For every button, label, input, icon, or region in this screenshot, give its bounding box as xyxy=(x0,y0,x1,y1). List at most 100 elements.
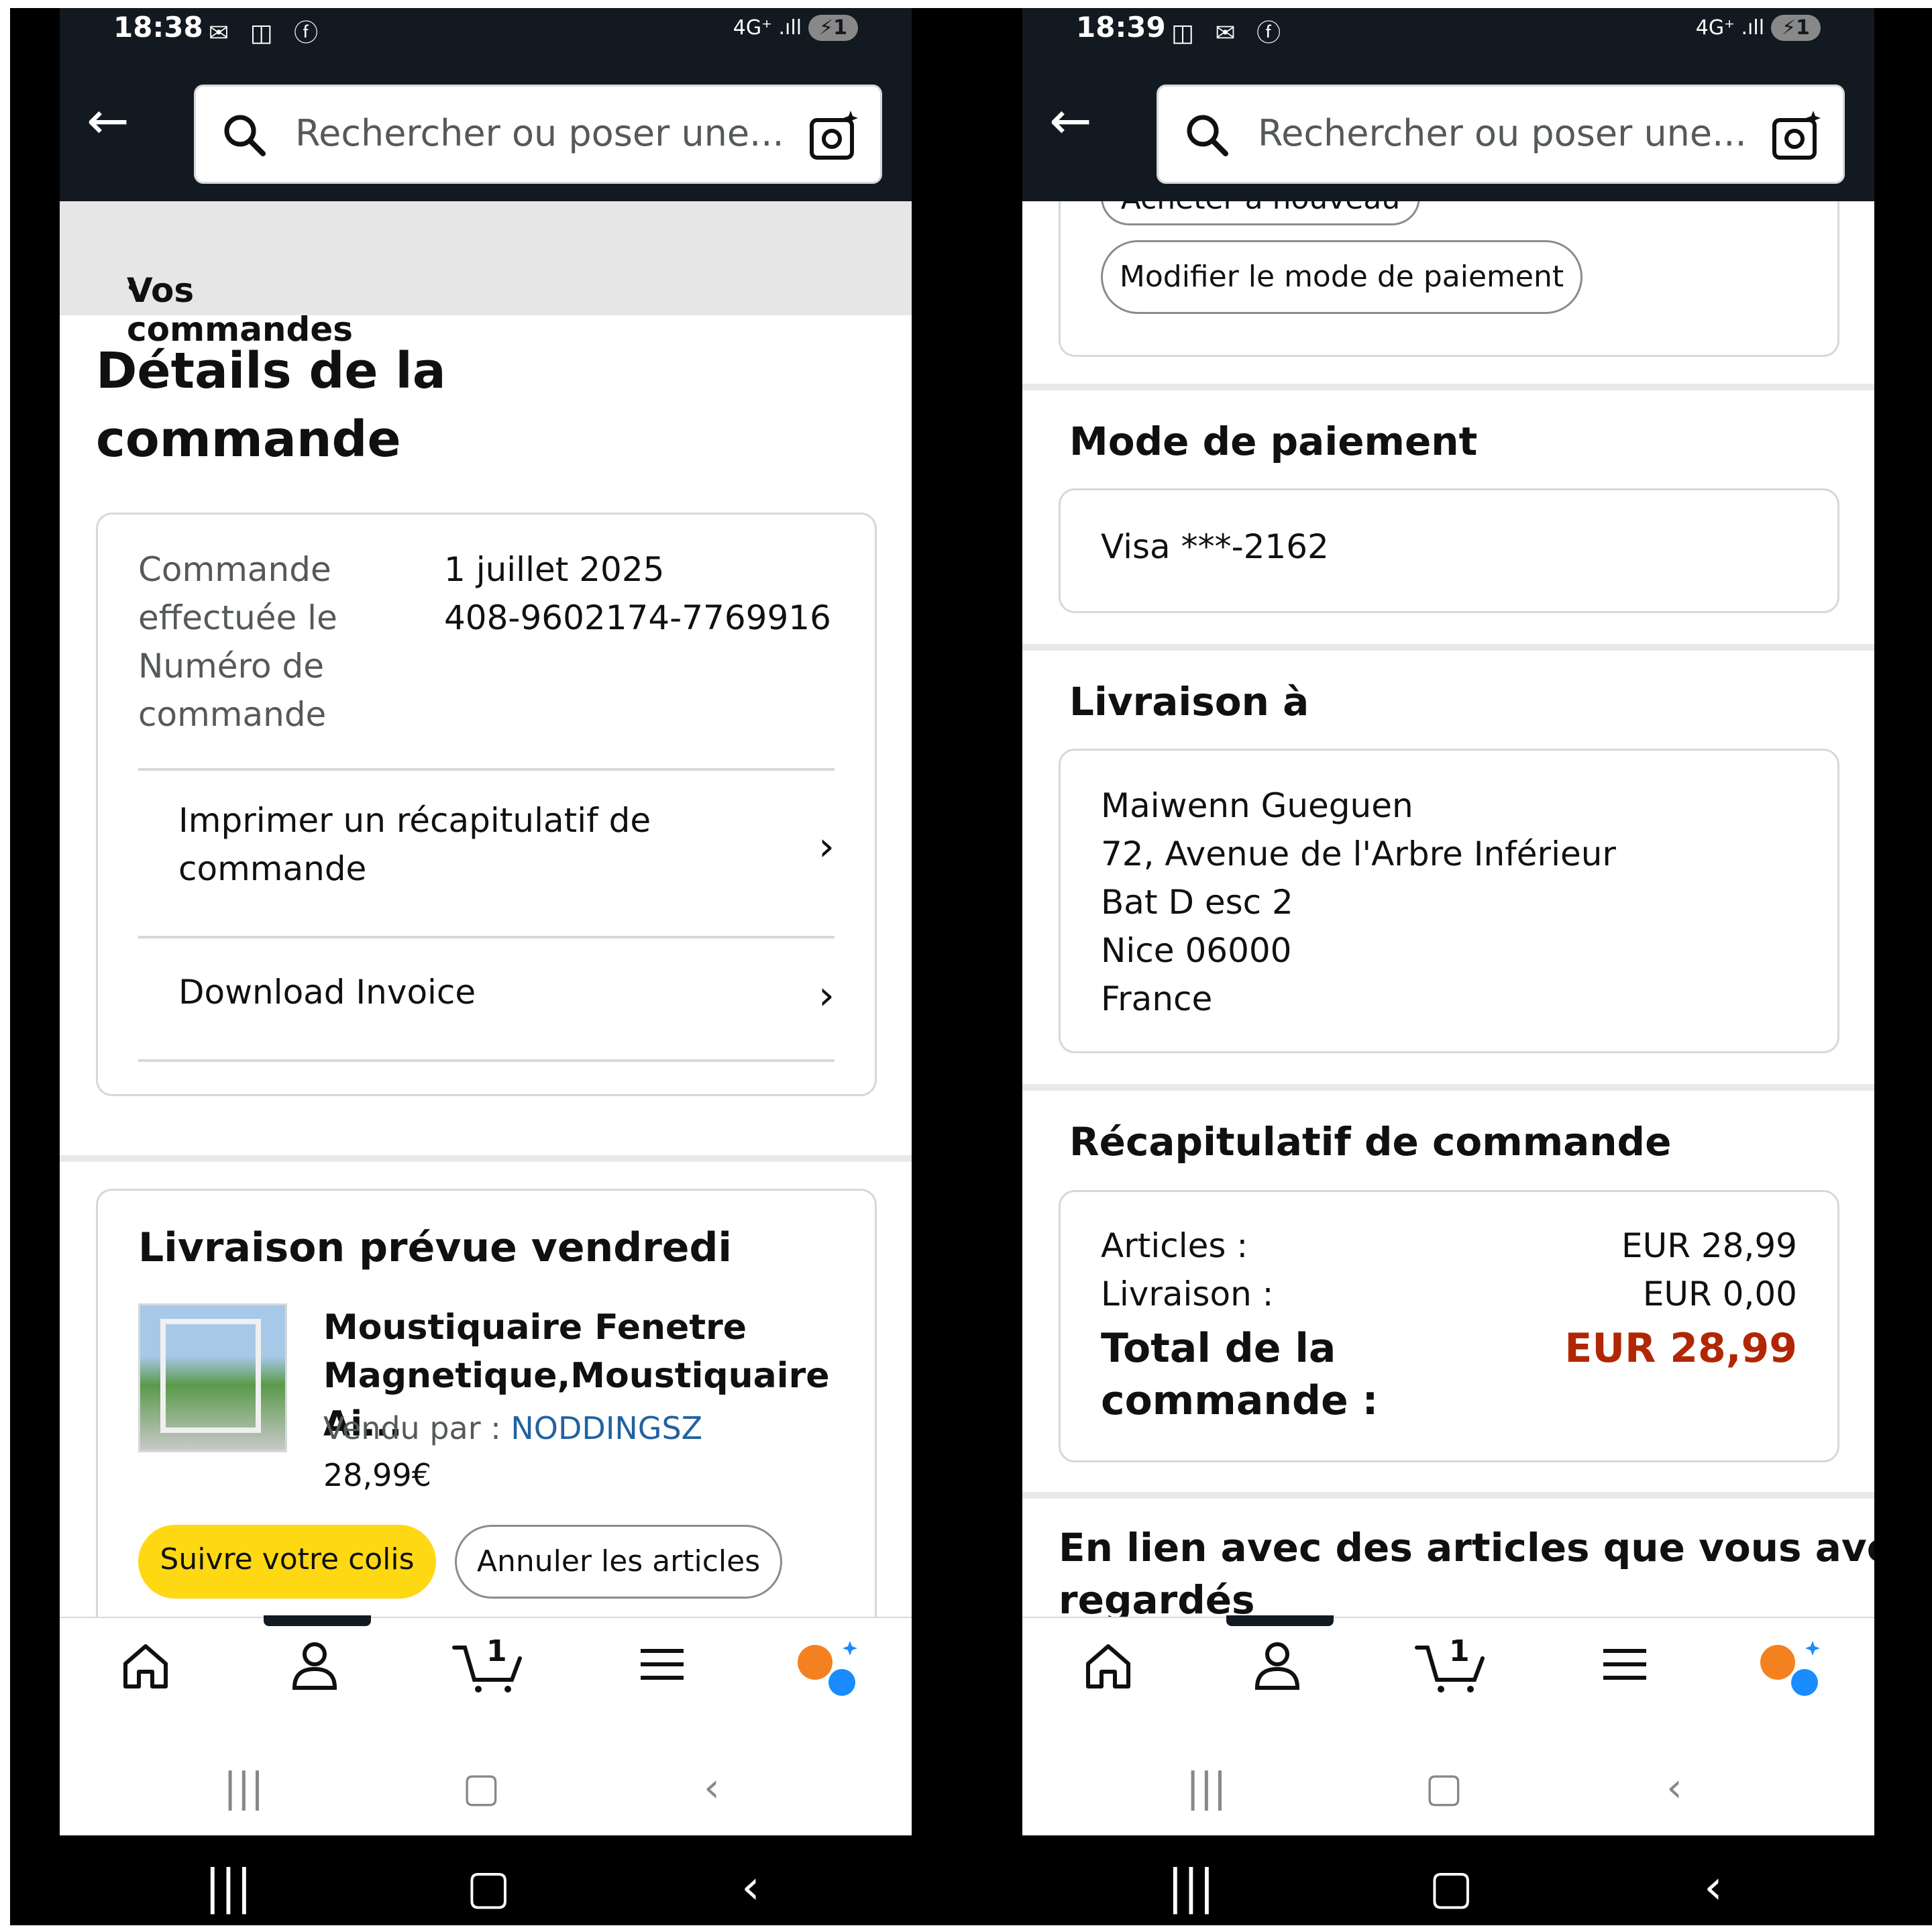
status-bar: 18:38 ✉ ◫ ⓕ 4G⁺ .ıll ⚡1 xyxy=(60,8,912,55)
notification-icons: ✉ ◫ ⓕ xyxy=(209,19,325,47)
home-icon[interactable] xyxy=(1081,1638,1135,1692)
camera-icon[interactable] xyxy=(1770,109,1824,163)
number-label: Numéro de xyxy=(138,647,325,686)
search-placeholder: Rechercher ou poser une... xyxy=(1258,112,1747,154)
home-button-icon[interactable]: ▢ xyxy=(1429,1860,1473,1915)
order-number: 408-9602174-7769916 xyxy=(444,598,831,637)
back-icon[interactable]: ‹ xyxy=(741,1860,760,1915)
assistant-icon[interactable] xyxy=(1758,1638,1825,1699)
total-label-line2: commande : xyxy=(1101,1377,1379,1424)
print-summary-link[interactable]: Imprimer un récapitulatif de commande xyxy=(178,796,835,893)
country-line: France xyxy=(1101,979,1213,1018)
cart-nav[interactable]: 1 xyxy=(1414,1634,1488,1697)
summary-heading: Récapitulatif de commande xyxy=(1069,1119,1672,1165)
nav-indicator xyxy=(1226,1615,1334,1626)
order-info-card: Commande effectuée le Numéro de commande… xyxy=(96,513,877,1096)
recent-apps-icon[interactable]: ||| xyxy=(223,1764,264,1811)
home-button-icon[interactable]: ▢ xyxy=(466,1860,511,1915)
search-icon xyxy=(224,115,266,156)
app-header: ← Rechercher ou poser une... xyxy=(1022,55,1874,201)
status-time: 18:38 xyxy=(113,11,203,44)
sold-by-label: Vendu par : xyxy=(323,1410,501,1446)
cart-nav[interactable]: 1 xyxy=(451,1634,525,1697)
bottom-nav: 1 xyxy=(60,1615,912,1737)
section-gap xyxy=(60,1155,912,1162)
assistant-icon[interactable] xyxy=(795,1638,862,1699)
section-gap xyxy=(1022,384,1874,390)
recent-apps-icon[interactable]: ||| xyxy=(205,1860,252,1915)
download-invoice-link[interactable]: Download Invoice xyxy=(178,968,835,1016)
shipping-address-card: Maiwenn Gueguen 72, Avenue de l'Arbre In… xyxy=(1059,749,1839,1053)
shipping-label: Livraison : xyxy=(1101,1275,1274,1313)
shipping-value: EUR 0,00 xyxy=(1642,1275,1797,1313)
cart-count: 1 xyxy=(1449,1634,1470,1668)
window-frame xyxy=(160,1319,261,1433)
signal-status: 4G⁺ .ıll ⚡1 xyxy=(1696,15,1821,41)
seller-line: Vendu par : NODDINGSZ xyxy=(323,1404,702,1452)
cart-count: 1 xyxy=(486,1634,507,1668)
back-icon[interactable]: ‹ xyxy=(1704,1860,1723,1915)
recent-apps-icon[interactable]: ||| xyxy=(1186,1764,1227,1811)
payment-card: Visa ***-2162 xyxy=(1059,488,1839,613)
breadcrumb[interactable]: ‹ Vos commandes xyxy=(60,201,912,349)
android-nav-bar: ||| ▢ ‹ xyxy=(60,1737,912,1835)
home-button-icon[interactable]: ▢ xyxy=(462,1764,500,1811)
nav-indicator xyxy=(264,1615,371,1626)
right-phone: Acheter à nouveau Modifier le mode de pa… xyxy=(973,8,1932,1925)
signal-status: 4G⁺ .ıll ⚡1 xyxy=(733,15,858,41)
items-label: Articles : xyxy=(1101,1226,1248,1265)
seller-link[interactable]: NODDINGSZ xyxy=(511,1410,702,1446)
menu-icon[interactable] xyxy=(1598,1638,1652,1692)
search-placeholder: Rechercher ou poser une... xyxy=(295,112,784,154)
related-heading: En lien avec des articles que vous avez … xyxy=(1059,1521,1874,1626)
order-values: 1 juillet 2025 408-9602174-7769916 xyxy=(444,545,831,642)
account-icon[interactable] xyxy=(1250,1638,1304,1692)
back-arrow-icon[interactable]: ← xyxy=(1049,95,1092,146)
total-label-line1: Total de la xyxy=(1101,1325,1336,1372)
building-line: Bat D esc 2 xyxy=(1101,883,1293,922)
payment-card-value: Visa ***-2162 xyxy=(1101,527,1329,566)
related-heading-line1: En lien avec des articles que vous avez xyxy=(1059,1525,1874,1570)
outer-nav-bar: ||| ▢ ‹ xyxy=(10,1835,973,1925)
battery-icon: ⚡1 xyxy=(1771,15,1821,41)
chevron-right-icon[interactable]: › xyxy=(818,972,835,1019)
android-nav-bar: ||| ▢ ‹ xyxy=(1022,1737,1874,1835)
app-header: ← Rechercher ou poser une... xyxy=(60,55,912,201)
city-line: Nice 06000 xyxy=(1101,931,1292,970)
product-thumbnail[interactable] xyxy=(138,1303,287,1452)
back-icon[interactable]: ‹ xyxy=(1666,1764,1682,1811)
modify-payment-button[interactable]: Modifier le mode de paiement xyxy=(1101,240,1582,314)
account-icon[interactable] xyxy=(288,1638,341,1692)
payment-heading: Mode de paiement xyxy=(1069,419,1478,464)
signal-icon: 4G⁺ .ıll xyxy=(733,16,802,40)
camera-icon[interactable] xyxy=(808,109,861,163)
section-gap xyxy=(1022,1084,1874,1091)
notification-icons: ◫ ✉ ⓕ xyxy=(1171,19,1288,47)
home-button-icon[interactable]: ▢ xyxy=(1425,1764,1463,1811)
chevron-right-icon[interactable]: › xyxy=(818,823,835,870)
home-icon[interactable] xyxy=(119,1638,172,1692)
status-time: 18:39 xyxy=(1076,11,1166,44)
recent-apps-icon[interactable]: ||| xyxy=(1167,1860,1215,1915)
search-bar[interactable]: Rechercher ou poser une... xyxy=(194,85,882,184)
street-line: 72, Avenue de l'Arbre Inférieur xyxy=(1101,835,1616,873)
status-bar: 18:39 ◫ ✉ ⓕ 4G⁺ .ıll ⚡1 xyxy=(1022,8,1874,55)
back-icon[interactable]: ‹ xyxy=(704,1764,720,1811)
product-title-line1: Moustiquaire Fenetre xyxy=(323,1307,747,1348)
items-value: EUR 28,99 xyxy=(1621,1226,1797,1265)
search-icon xyxy=(1187,115,1228,156)
shipping-address: Maiwenn Gueguen 72, Avenue de l'Arbre In… xyxy=(1101,782,1616,1023)
search-bar[interactable]: Rechercher ou poser une... xyxy=(1157,85,1845,184)
page-title-line2: commande xyxy=(96,411,401,468)
download-invoice-label: Download Invoice xyxy=(178,973,476,1012)
section-gap xyxy=(1022,1492,1874,1499)
print-summary-line1: Imprimer un récapitulatif de xyxy=(178,801,651,840)
battery-icon: ⚡1 xyxy=(808,15,858,41)
placed-label-2: effectuée le xyxy=(138,598,337,637)
order-date: 1 juillet 2025 xyxy=(444,550,665,589)
product-price: 28,99€ xyxy=(323,1457,431,1493)
cancel-items-button[interactable]: Annuler les articles xyxy=(455,1525,782,1599)
back-arrow-icon[interactable]: ← xyxy=(87,95,129,146)
track-package-button[interactable]: Suivre votre colis xyxy=(138,1525,436,1599)
menu-icon[interactable] xyxy=(635,1638,689,1692)
